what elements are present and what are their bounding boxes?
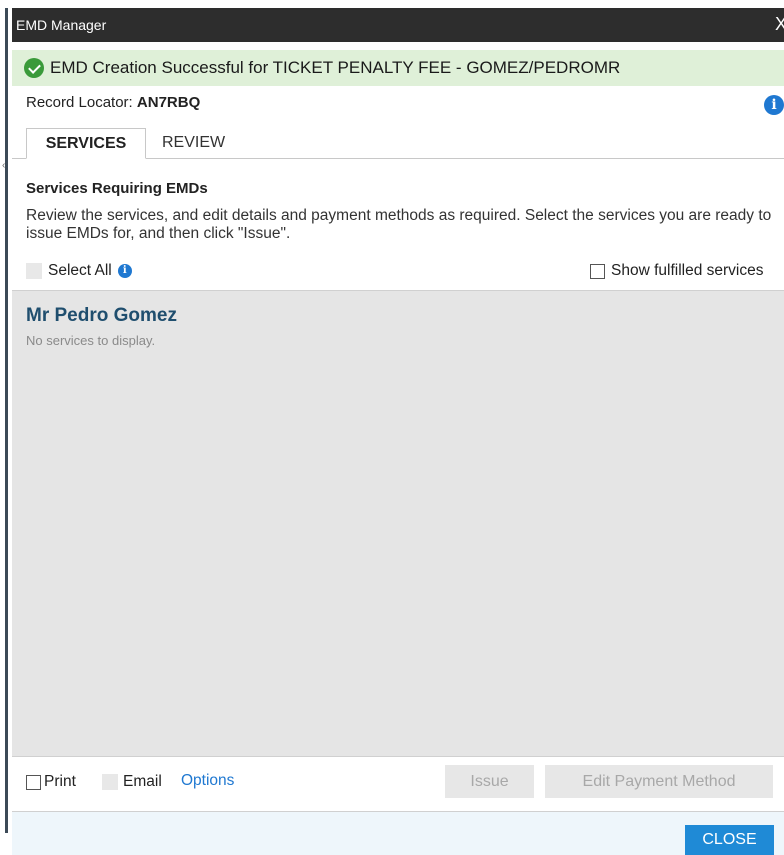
- print-checkbox[interactable]: [26, 774, 41, 790]
- record-locator-label: Record Locator:: [26, 94, 133, 111]
- title-bar: EMD Manager X: [12, 8, 784, 42]
- select-all-label: Select All: [48, 262, 112, 279]
- show-fulfilled-checkbox[interactable]: [590, 263, 605, 279]
- passenger-name: Mr Pedro Gomez: [26, 305, 177, 326]
- section-description: Review the services, and edit details an…: [26, 207, 772, 242]
- passenger-panel: Mr Pedro Gomez No services to display.: [12, 290, 784, 756]
- check-circle-icon: [24, 58, 44, 78]
- left-window-edge: ‹: [0, 0, 12, 855]
- window-close-icon[interactable]: X: [775, 14, 784, 35]
- collapse-arrow-icon[interactable]: ‹: [2, 160, 5, 171]
- print-control: Print: [26, 773, 76, 791]
- options-link[interactable]: Options: [181, 772, 234, 790]
- action-footer: Print Email Options Issue Edit Payment M…: [12, 756, 784, 812]
- email-control: Email: [102, 773, 162, 791]
- close-button[interactable]: CLOSE: [685, 825, 774, 855]
- section-heading: Services Requiring EMDs: [26, 180, 208, 197]
- select-all-control: Select All i: [26, 262, 132, 280]
- print-label: Print: [44, 773, 76, 790]
- email-checkbox[interactable]: [102, 774, 118, 790]
- no-services-text: No services to display.: [26, 333, 156, 348]
- left-edge-strip: [5, 8, 8, 833]
- emd-manager-window: EMD Manager X EMD Creation Successful fo…: [12, 0, 784, 855]
- tab-review[interactable]: REVIEW: [146, 128, 241, 159]
- select-all-info-icon[interactable]: i: [117, 264, 132, 278]
- success-message: EMD Creation Successful for TICKET PENAL…: [50, 58, 621, 77]
- bottom-bar: CLOSE: [12, 812, 784, 855]
- email-label: Email: [123, 773, 162, 790]
- tab-services[interactable]: SERVICES: [26, 128, 146, 159]
- record-locator-value: AN7RBQ: [136, 94, 201, 111]
- select-all-checkbox[interactable]: [26, 263, 42, 279]
- record-locator: Record Locator: AN7RBQ: [26, 94, 200, 111]
- success-banner: EMD Creation Successful for TICKET PENAL…: [12, 50, 784, 86]
- edit-payment-method-button[interactable]: Edit Payment Method: [545, 765, 773, 798]
- tab-bar: SERVICES REVIEW: [12, 128, 784, 159]
- info-icon[interactable]: i: [764, 95, 784, 115]
- window-title: EMD Manager: [16, 17, 107, 33]
- show-fulfilled-control: Show fulfilled services: [590, 262, 763, 280]
- show-fulfilled-label: Show fulfilled services: [611, 262, 764, 279]
- issue-button[interactable]: Issue: [445, 765, 534, 798]
